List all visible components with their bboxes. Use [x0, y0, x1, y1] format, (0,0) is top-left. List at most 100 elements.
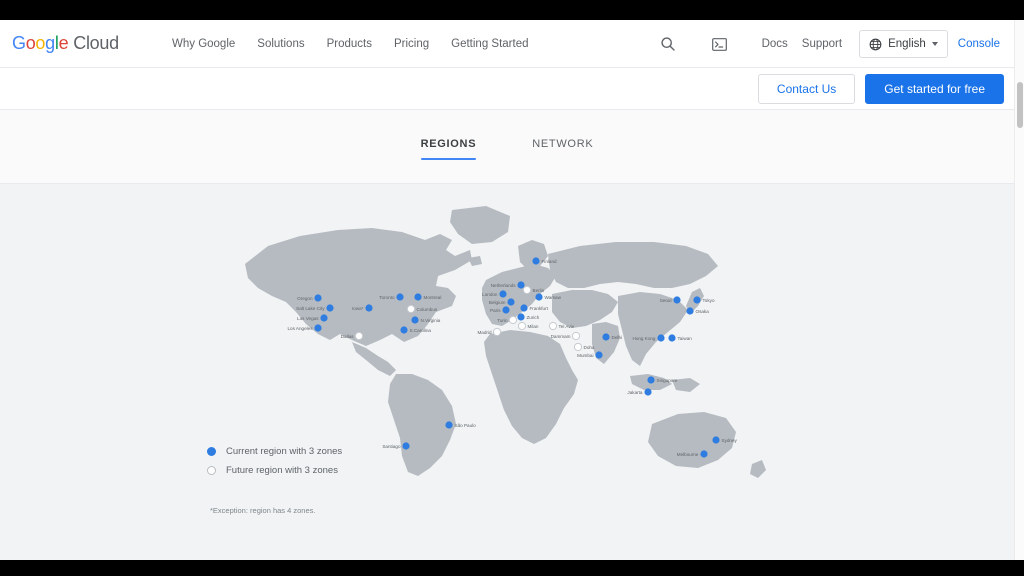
region-marker[interactable]: Los Angeles [287, 324, 321, 331]
nav-item-solutions[interactable]: Solutions [257, 38, 304, 50]
current-region-dot-icon [712, 436, 719, 443]
page-scrollbar-track[interactable] [1014, 20, 1024, 560]
region-marker-label: Toronto [379, 295, 395, 300]
letterbox-bottom [0, 560, 1024, 576]
region-marker[interactable]: Singapore [647, 376, 677, 383]
tab-network[interactable]: NETWORK [518, 132, 607, 162]
region-marker[interactable]: S.Carolina [400, 326, 431, 333]
region-marker[interactable]: Dammam [551, 332, 580, 339]
current-region-dot-icon [365, 304, 372, 311]
nav-item-getting-started[interactable]: Getting Started [451, 38, 528, 50]
future-region-dot-icon [572, 332, 579, 339]
primary-nav: Why Google Solutions Products Pricing Ge… [172, 20, 529, 68]
region-marker[interactable]: Warsaw [535, 293, 561, 300]
region-marker[interactable]: Delhi [602, 333, 622, 340]
region-marker[interactable]: Toronto [379, 293, 403, 300]
nav-item-why-google[interactable]: Why Google [172, 38, 235, 50]
contact-us-button[interactable]: Contact Us [758, 74, 855, 104]
region-marker-label: S.Carolina [410, 328, 432, 333]
region-marker[interactable]: Las Vegas [297, 314, 328, 321]
cloud-shell-button[interactable] [703, 27, 737, 61]
region-marker[interactable]: Iowa* [352, 304, 373, 311]
region-marker[interactable]: Seoul [660, 296, 681, 303]
current-region-dot-icon [668, 334, 675, 341]
region-marker[interactable]: Zurich [517, 313, 539, 320]
region-marker-label: Oregon [297, 296, 313, 301]
region-marker-label: Zurich [527, 315, 540, 320]
region-marker[interactable]: Osaka [686, 307, 709, 314]
region-marker[interactable]: Jakarta [627, 388, 651, 395]
region-marker[interactable]: Tokyo [693, 296, 715, 303]
region-marker[interactable]: Madrid [477, 328, 500, 335]
current-region-dot-icon [517, 281, 524, 288]
current-region-dot-icon [535, 293, 542, 300]
header-link-support[interactable]: Support [795, 38, 849, 50]
region-marker-label: Doha [584, 345, 595, 350]
map-legend: Current region with 3 zones Future regio… [207, 446, 342, 484]
console-link[interactable]: Console [958, 38, 1004, 50]
region-marker[interactable]: London [482, 290, 506, 297]
region-marker-label: Los Angeles [287, 326, 313, 331]
language-selector[interactable]: English [859, 30, 948, 58]
region-marker[interactable]: Hong Kong [633, 334, 665, 341]
current-region-dot-icon [499, 290, 506, 297]
region-marker[interactable]: Milan [518, 322, 539, 329]
region-marker[interactable]: Montreal [414, 293, 441, 300]
region-marker-label: Iowa* [352, 306, 364, 311]
region-marker[interactable]: Doha [574, 343, 595, 350]
region-marker[interactable]: Netherlands [491, 281, 525, 288]
globe-icon [869, 38, 882, 51]
region-marker[interactable]: Salt Lake City [296, 304, 333, 311]
region-marker[interactable]: Frankfurt [520, 304, 548, 311]
region-marker-label: Netherlands [491, 283, 516, 288]
region-marker-label: Dallas [341, 334, 354, 339]
nav-item-pricing[interactable]: Pricing [394, 38, 429, 50]
region-marker[interactable]: Finland [532, 257, 557, 264]
region-marker[interactable]: Sydney [712, 436, 737, 443]
region-marker[interactable]: Melbourne [677, 450, 708, 457]
region-marker[interactable]: Santiago [382, 442, 409, 449]
region-marker-label: Mumbai [577, 353, 593, 358]
tab-list: REGIONS NETWORK [0, 110, 1014, 184]
header-link-docs[interactable]: Docs [755, 38, 795, 50]
world-map[interactable]: Oregon Salt Lake City Las Vegas Los Angeles… [0, 184, 1014, 560]
future-region-dot-icon [523, 286, 530, 293]
region-marker-label: Columbus [417, 307, 438, 312]
region-marker[interactable]: Tel Aviv [549, 322, 574, 329]
current-region-dot-icon [320, 314, 327, 321]
region-marker[interactable]: Belgium [489, 298, 515, 305]
region-marker[interactable]: Turin [497, 316, 516, 323]
current-region-dot-icon [414, 293, 421, 300]
region-marker-label: Tel Aviv [559, 324, 575, 329]
legend-footnote: *Exception: region has 4 zones. [210, 506, 315, 515]
current-region-dot-icon [595, 351, 602, 358]
cta-button-group: Contact Us Get started for free [758, 74, 1004, 104]
region-marker-label: Singapore [657, 378, 678, 383]
tab-regions[interactable]: REGIONS [407, 132, 491, 162]
region-marker-label: Melbourne [677, 452, 699, 457]
google-cloud-logo[interactable]: GoogleCloud [12, 33, 119, 54]
current-region-dot-icon [326, 304, 333, 311]
page-scrollbar-thumb[interactable] [1017, 82, 1023, 128]
future-region-dot-icon [207, 466, 216, 475]
future-region-dot-icon [574, 343, 581, 350]
screen-root: GoogleCloud Why Google Solutions Product… [0, 0, 1024, 576]
region-marker[interactable]: Mumbai [577, 351, 602, 358]
search-button[interactable] [651, 27, 685, 61]
region-marker[interactable]: Paris [490, 306, 510, 313]
region-marker[interactable]: Oregon [297, 294, 321, 301]
region-marker[interactable]: São Paulo [445, 421, 476, 428]
region-marker-label: Berlin [533, 288, 545, 293]
region-marker[interactable]: Dallas [341, 332, 363, 339]
region-marker-label: Frankfurt [530, 306, 549, 311]
region-marker[interactable]: N.Virginia [411, 316, 440, 323]
region-marker[interactable]: Columbus [407, 305, 437, 312]
get-started-button[interactable]: Get started for free [865, 74, 1004, 104]
current-region-dot-icon [400, 326, 407, 333]
region-marker-label: Finland [542, 259, 558, 264]
region-marker-label: Jakarta [627, 390, 643, 395]
region-marker-label: Las Vegas [297, 316, 319, 321]
region-marker[interactable]: Berlin [523, 286, 544, 293]
region-marker[interactable]: Taiwan [668, 334, 692, 341]
nav-item-products[interactable]: Products [327, 38, 372, 50]
